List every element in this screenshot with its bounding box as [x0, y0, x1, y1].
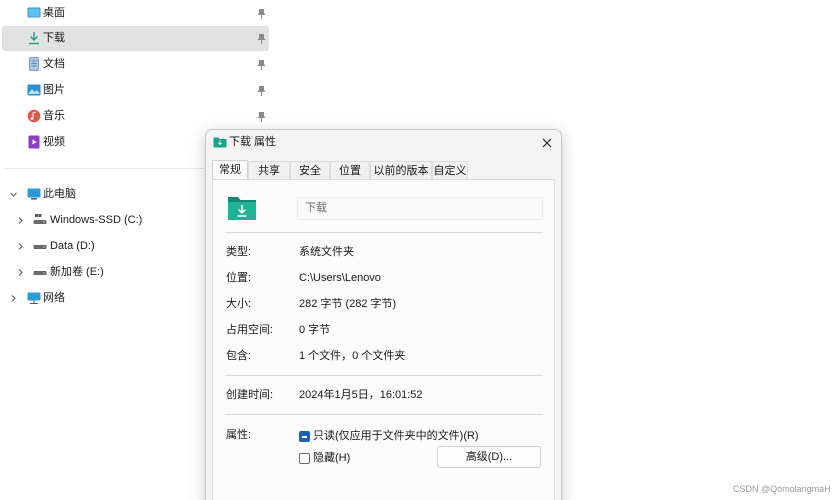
nav-item-label: 下载 [43, 32, 65, 44]
chevron-right-icon[interactable] [16, 268, 25, 277]
tab-location[interactable]: 位置 [330, 161, 370, 180]
document-icon [29, 57, 39, 71]
divider [225, 232, 543, 233]
folder-icon [213, 137, 227, 148]
tree-item-label: Data (D:) [50, 240, 95, 252]
nav-item-music[interactable]: 音乐 [2, 104, 269, 129]
network-icon [27, 292, 41, 304]
dialog-title: 下载 属性 [229, 136, 277, 148]
nav-divider [4, 168, 210, 169]
created-value: 2024年1月5日，16:01:52 [299, 389, 423, 401]
nav-item-label: 视频 [43, 136, 65, 148]
tree-item-label: Windows-SSD (C:) [50, 214, 143, 226]
hidden-label[interactable]: 隐藏(H) [313, 452, 350, 465]
size-label: 大小: [226, 298, 252, 310]
type-value: 系统文件夹 [299, 246, 354, 258]
download-icon [29, 32, 39, 45]
nav-item-desktop[interactable]: 桌面 [2, 1, 269, 26]
divider [225, 375, 543, 376]
tab-customize[interactable]: 自定义 [432, 161, 468, 180]
download-folder-icon [228, 197, 256, 220]
pin-icon [257, 60, 266, 70]
divider [225, 414, 543, 415]
dialog-titlebar[interactable]: 下载 属性 [206, 130, 561, 156]
tree-item-label: 此电脑 [43, 188, 76, 200]
properties-dialog: 下载 属性 常规 共享 安全 位置 以前的版本 自定义 下载 类型: 系统文件夹 [205, 129, 562, 500]
advanced-button[interactable]: 高级(D)... [437, 446, 541, 468]
nav-item-label: 图片 [43, 84, 65, 96]
pin-icon [257, 34, 266, 44]
nav-item-pictures[interactable]: 图片 [2, 78, 269, 103]
contains-label: 包含: [226, 350, 252, 362]
pin-icon [257, 9, 266, 19]
nav-item-label: 文档 [43, 58, 65, 70]
drive-icon [33, 214, 47, 224]
tab-previous-versions[interactable]: 以前的版本 [370, 161, 432, 180]
readonly-label[interactable]: 只读(仅应用于文件夹中的文件)(R) [313, 430, 479, 443]
attributes-label: 属性: [226, 429, 252, 441]
tab-general[interactable]: 常规 [212, 160, 248, 181]
watermark: CSDN @QomolangmaH [733, 484, 831, 494]
nav-item-documents[interactable]: 文档 [2, 52, 269, 77]
computer-icon [27, 188, 41, 200]
videos-icon [28, 135, 40, 149]
nav-item-downloads[interactable]: 下载 [2, 26, 269, 51]
screen: 桌面 下载 文档 图片 音乐 视频 此电脑 Windows-SSD (C:) D… [0, 0, 832, 500]
tree-item-label: 网络 [43, 292, 65, 304]
created-label: 创建时间: [226, 389, 274, 401]
pictures-icon [27, 84, 41, 96]
tree-item-label: 新加卷 (E:) [50, 266, 104, 278]
hidden-checkbox[interactable] [299, 453, 310, 464]
chevron-right-icon[interactable] [16, 242, 25, 251]
nav-item-label: 音乐 [43, 110, 65, 122]
chevron-right-icon[interactable] [9, 294, 18, 303]
location-value: C:\Users\Lenovo [299, 272, 381, 284]
tab-security[interactable]: 安全 [290, 161, 330, 180]
chevron-down-icon[interactable] [9, 190, 18, 199]
size-value: 282 字节 (282 字节) [299, 298, 397, 310]
pin-icon [257, 86, 266, 96]
chevron-right-icon[interactable] [16, 216, 25, 225]
nav-item-label: 桌面 [43, 7, 65, 19]
type-label: 类型: [226, 246, 252, 258]
location-label: 位置: [226, 272, 252, 284]
contains-value: 1 个文件，0 个文件夹 [299, 350, 406, 362]
music-icon [27, 109, 41, 123]
tab-strip: 常规 共享 安全 位置 以前的版本 自定义 [212, 160, 557, 181]
readonly-checkbox[interactable] [299, 431, 310, 442]
drive-icon [33, 271, 47, 275]
close-icon[interactable] [539, 135, 555, 151]
size-on-disk-label: 占用空间: [226, 324, 274, 336]
size-on-disk-value: 0 字节 [299, 324, 331, 336]
folder-name-field[interactable]: 下载 [297, 197, 543, 220]
drive-icon [33, 245, 47, 249]
pin-icon [257, 112, 266, 122]
tab-sharing[interactable]: 共享 [248, 161, 290, 180]
desktop-icon [27, 7, 41, 18]
